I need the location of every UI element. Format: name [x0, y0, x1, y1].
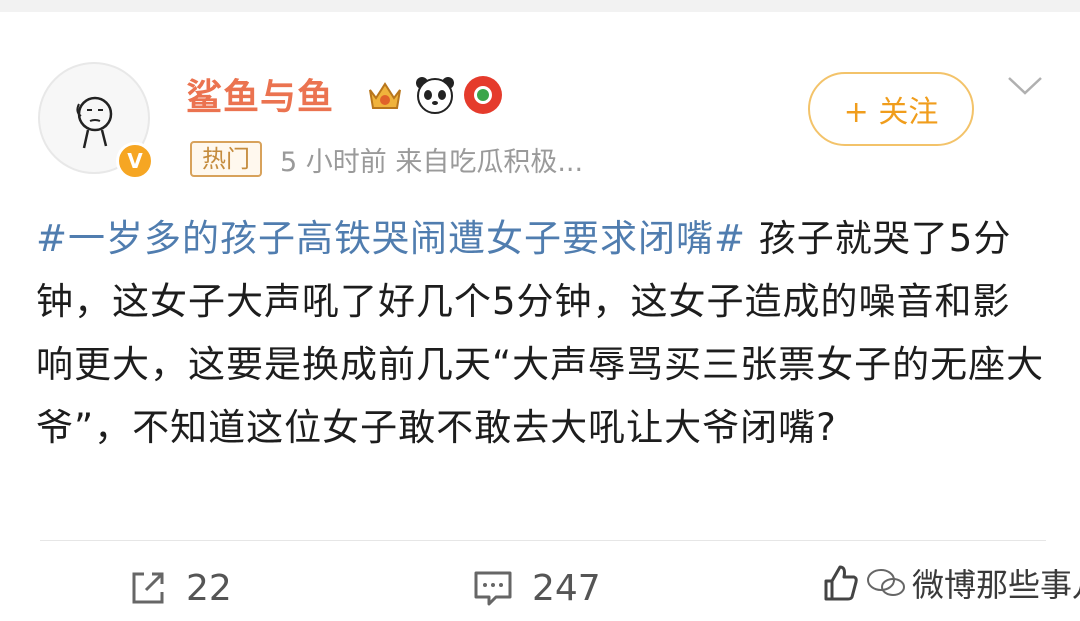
hot-tag: 热门: [190, 141, 262, 177]
follow-button[interactable]: + 关注: [808, 72, 974, 146]
verified-badge-icon: V: [116, 142, 154, 180]
like-icon[interactable]: [820, 563, 860, 603]
post-meta: 热门 5 小时前 来自吃瓜积极...: [190, 136, 583, 182]
panda-icon: [414, 74, 456, 116]
weibo-post-card: V 鲨鱼与鱼 热门 5 小时前 来自吃瓜积极... + 关注 #一岁多的孩子高铁…: [0, 12, 1080, 621]
crown-medal-icon: [364, 74, 406, 116]
share-icon: [132, 572, 164, 604]
divider: [40, 540, 1046, 541]
username[interactable]: 鲨鱼与鱼: [186, 68, 334, 120]
comment-count: 247: [532, 567, 601, 609]
chevron-down-icon[interactable]: [1006, 74, 1044, 98]
share-button[interactable]: 22: [128, 564, 232, 612]
post-content: #一岁多的孩子高铁哭闹遭女子要求闭嘴# 孩子就哭了5分钟，这女子大声吼了好几个5…: [36, 207, 1046, 459]
share-count: 22: [186, 567, 232, 609]
watermark-text: 微博那些事儿: [912, 566, 1080, 604]
comment-button[interactable]: 247: [472, 564, 601, 612]
topic-link[interactable]: #一岁多的孩子高铁哭闹遭女子要求闭嘴#: [36, 217, 746, 260]
red-flower-badge-icon: [462, 74, 504, 116]
watermark: 微博那些事儿: [820, 560, 1080, 606]
wechat-icon: [867, 569, 905, 596]
comment-icon: [474, 571, 512, 606]
post-time-source[interactable]: 5 小时前 来自吃瓜积极...: [280, 140, 583, 179]
